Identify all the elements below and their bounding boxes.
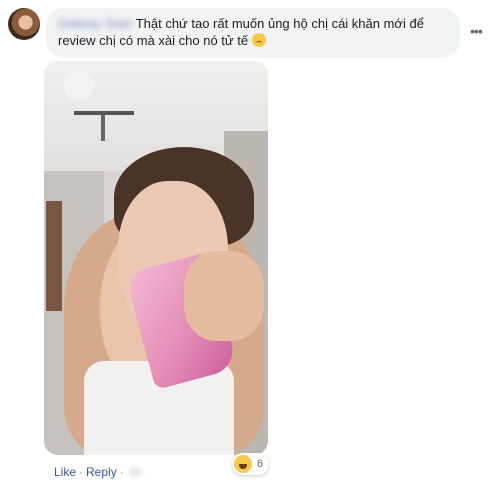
video-shelf bbox=[46, 201, 62, 311]
avatar[interactable] bbox=[8, 8, 40, 40]
comment-bubble: Celeny Tran Thật chứ tao rất muốn ủng hộ … bbox=[46, 8, 460, 58]
laughing-face-icon bbox=[234, 455, 252, 473]
separator: · bbox=[119, 465, 124, 479]
comment-video[interactable] bbox=[44, 61, 268, 455]
reaction-summary[interactable]: 6 bbox=[232, 453, 270, 475]
comment-actions: Like · Reply · 1h bbox=[54, 464, 142, 480]
reaction-count: 6 bbox=[257, 458, 264, 470]
more-horizontal-icon[interactable]: ••• bbox=[468, 24, 484, 38]
video-watermark bbox=[64, 71, 94, 101]
reply-link[interactable]: Reply bbox=[86, 464, 117, 480]
video-lamp bbox=[101, 115, 105, 141]
like-link[interactable]: Like bbox=[54, 464, 76, 480]
comment-author[interactable]: Celeny Tran bbox=[58, 15, 132, 32]
video-person-hand bbox=[184, 251, 264, 341]
comment-time[interactable]: 1h bbox=[129, 464, 142, 480]
separator: · bbox=[79, 465, 84, 479]
crying-face-icon bbox=[251, 33, 266, 47]
